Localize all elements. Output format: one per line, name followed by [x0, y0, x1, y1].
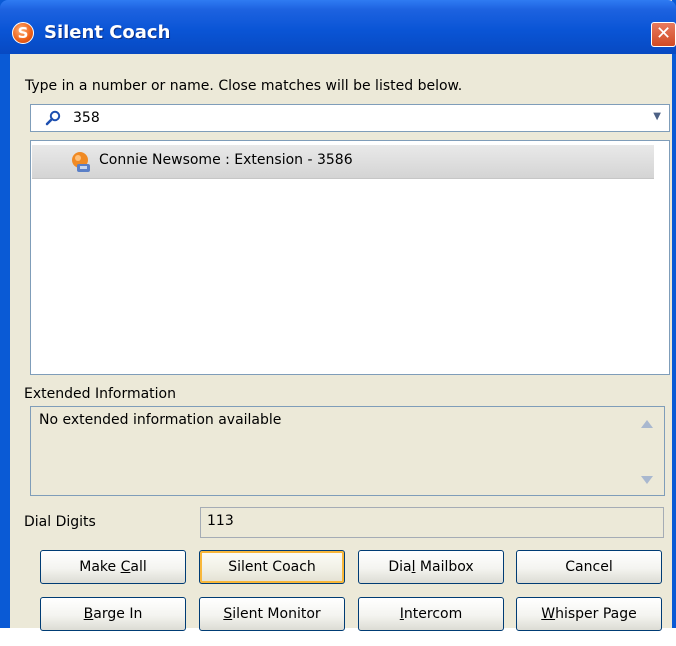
button-label: Silent Coach [228, 559, 316, 575]
dial-mailbox-button[interactable]: Dial Mailbox [358, 550, 504, 584]
search-combobox[interactable]: ▼ [30, 104, 670, 132]
close-button[interactable]: ✕ [651, 22, 676, 47]
mnemonic: B [83, 606, 94, 622]
intercom-button[interactable]: Intercom [358, 597, 504, 631]
results-list[interactable]: Connie Newsome : Extension - 3586 [30, 140, 670, 375]
whisper-page-button[interactable]: Whisper Page [516, 597, 662, 631]
mnemonic: S [223, 606, 233, 622]
button-label: Make [79, 559, 121, 575]
dial-digits-field[interactable]: 113 [200, 507, 664, 538]
app-logo-icon: S [12, 22, 34, 44]
button-label: arge In [93, 606, 143, 622]
button-label: all [130, 559, 147, 575]
contact-phone-icon [72, 152, 90, 172]
chevron-down-icon[interactable]: ▼ [653, 111, 661, 122]
mnemonic: W [541, 606, 556, 622]
cancel-button[interactable]: Cancel [516, 550, 662, 584]
search-input[interactable] [73, 107, 633, 129]
make-call-button[interactable]: Make Call [40, 550, 186, 584]
button-label: ntercom [403, 606, 463, 622]
window-title: Silent Coach [44, 22, 171, 43]
button-label: hisper Page [555, 606, 637, 622]
button-label: Dia [388, 559, 412, 575]
extended-info-label: Extended Information [24, 386, 176, 402]
contact-label: Connie Newsome : Extension - 3586 [99, 152, 353, 168]
button-label: Cancel [565, 559, 613, 575]
extended-info-text: No extended information available [39, 412, 282, 428]
search-instruction: Type in a number or name. Close matches … [25, 78, 463, 94]
extended-info-box: No extended information available [30, 406, 665, 496]
list-item[interactable]: Connie Newsome : Extension - 3586 [32, 145, 654, 179]
mnemonic: C [120, 559, 131, 575]
button-label: Mailbox [415, 559, 474, 575]
silent-coach-button[interactable]: Silent Coach [199, 550, 345, 584]
barge-in-button[interactable]: Barge In [40, 597, 186, 631]
search-icon [45, 110, 61, 126]
scroll-up-icon[interactable] [640, 419, 654, 429]
button-label: ilent Monitor [232, 606, 321, 622]
dial-digits-label: Dial Digits [24, 514, 96, 530]
silent-monitor-button[interactable]: Silent Monitor [199, 597, 345, 631]
title-bar[interactable]: S Silent Coach ✕ [0, 0, 676, 54]
scroll-down-icon[interactable] [640, 475, 654, 485]
